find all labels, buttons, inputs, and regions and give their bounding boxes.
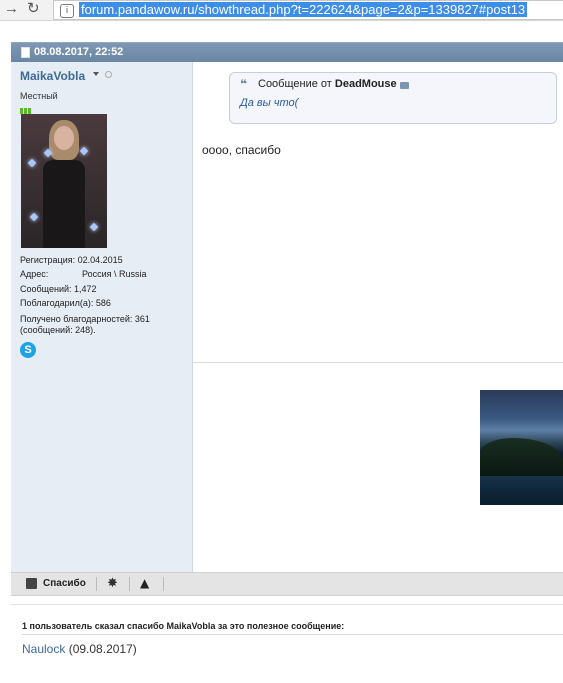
quote-author: DeadMouse: [334, 78, 397, 90]
thanks-button[interactable]: Спасибо: [43, 578, 86, 589]
thanks-list: 1 пользователь сказал спасибо MaikaVobla…: [11, 604, 563, 665]
star-icon[interactable]: ✸: [107, 576, 118, 591]
signature: [193, 363, 563, 572]
avatar[interactable]: [21, 114, 107, 248]
address-label: Адрес:: [20, 269, 49, 279]
skype-icon[interactable]: S: [20, 342, 36, 358]
browser-toolbar: → ↻ i forum.pandawow.ru/showthread.php?t…: [0, 0, 563, 21]
registration-date: Регистрация: 02.04.2015: [20, 255, 123, 265]
view-post-icon[interactable]: [400, 82, 409, 89]
quote-header: Сообщение от DeadMouse: [258, 78, 397, 90]
thanks-title: 1 пользователь сказал спасибо MaikaVobla…: [22, 621, 345, 631]
user-title: Местный: [20, 91, 58, 101]
received-thanks-posts: (сообщений: 248).: [20, 325, 96, 335]
post-actions-bar: Спасибо ✸ ▲: [11, 572, 563, 596]
thanks-entry: Naulock (09.08.2017): [22, 642, 137, 656]
username-link[interactable]: MaikaVobla: [20, 69, 85, 83]
lock-icon[interactable]: i: [60, 4, 74, 18]
post-body: оооо, спасибо: [202, 143, 281, 157]
document-icon: [21, 47, 30, 58]
warning-icon[interactable]: ▲: [140, 576, 149, 590]
quote-icon: ❝: [240, 77, 248, 91]
quote-block: ❝ Сообщение от DeadMouse Да вы что(: [229, 72, 557, 124]
address-value: Россия \ Russia: [82, 269, 147, 279]
offline-status-icon: [105, 71, 112, 78]
url-text[interactable]: forum.pandawow.ru/showthread.php?t=22262…: [79, 2, 528, 17]
thanks-user-link[interactable]: Naulock: [22, 642, 65, 656]
forward-icon[interactable]: →: [4, 1, 19, 16]
post-date: 08.08.2017, 22:52: [34, 46, 124, 58]
thanks-icon[interactable]: [26, 578, 37, 589]
address-bar[interactable]: i forum.pandawow.ru/showthread.php?t=222…: [53, 0, 563, 20]
messages-count: Сообщений: 1,472: [20, 284, 97, 294]
post-header: 08.08.2017, 22:52: [11, 42, 563, 62]
quote-prefix: Сообщение от: [258, 78, 332, 90]
thanks-divider: [22, 634, 563, 635]
separator: [163, 577, 164, 591]
reload-icon[interactable]: ↻: [27, 1, 41, 16]
post-content: ❝ Сообщение от DeadMouse Да вы что( оооо…: [193, 62, 563, 362]
address-row: Адрес: Россия \ Russia: [20, 269, 147, 279]
separator: [96, 577, 97, 591]
quote-text: Да вы что(: [240, 97, 299, 109]
signature-image: [480, 390, 563, 505]
received-thanks: Получено благодарностей: 361: [20, 314, 150, 324]
separator: [129, 577, 130, 591]
thanked-count: Поблагодарил(а): 586: [20, 298, 111, 308]
chevron-down-icon[interactable]: [93, 72, 99, 76]
thanks-date: (09.08.2017): [68, 642, 137, 656]
user-info-panel: MaikaVobla Местный Регистрация: 02.04.20…: [11, 62, 193, 572]
reputation-bar: [20, 101, 34, 114]
